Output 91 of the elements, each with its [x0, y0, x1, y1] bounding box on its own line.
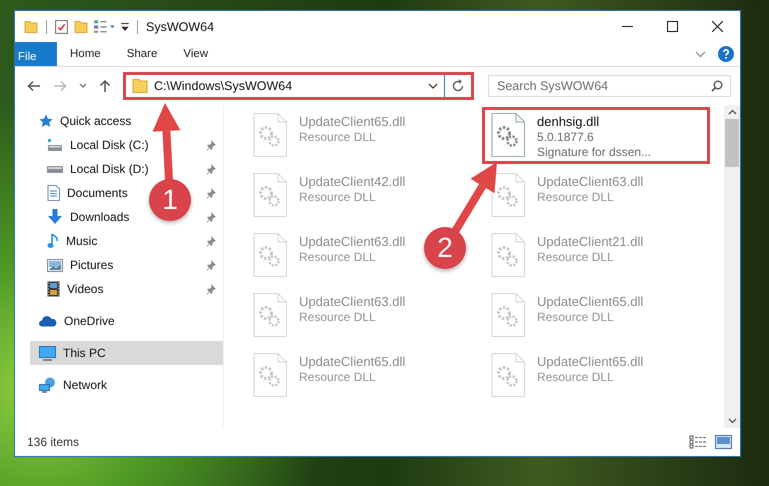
- gear-file-icon: [253, 293, 287, 337]
- pin-icon[interactable]: [206, 188, 216, 198]
- details-view-icon[interactable]: [689, 435, 707, 449]
- ribbon-tab[interactable]: Home: [57, 42, 114, 66]
- large-icons-view-icon[interactable]: [715, 435, 732, 449]
- pin-icon[interactable]: [206, 284, 216, 294]
- file-name: UpdateClient21.dll: [537, 234, 644, 249]
- pin-icon[interactable]: [206, 140, 216, 150]
- sidebar-item[interactable]: Local Disk (D:): [30, 157, 153, 181]
- download-arrow-icon: [47, 209, 63, 225]
- file-menu-tab[interactable]: File: [15, 42, 57, 66]
- file-name: UpdateClient65.dll: [299, 354, 406, 369]
- sidebar-item[interactable]: This PC: [30, 341, 223, 365]
- file-name: UpdateClient65.dll: [537, 294, 644, 309]
- file-name: UpdateClient65.dll: [537, 354, 644, 369]
- file-detail: Resource DLL: [537, 190, 615, 204]
- sidebar-item[interactable]: Music: [30, 229, 102, 253]
- sidebar-item[interactable]: Pictures: [30, 253, 118, 277]
- properties-icon[interactable]: [94, 20, 115, 33]
- sidebar-item[interactable]: Documents: [30, 181, 132, 205]
- address-path: C:\Windows\SysWOW64: [154, 79, 294, 93]
- gear-file-icon: [253, 173, 287, 217]
- film-icon: [47, 281, 60, 297]
- up-arrow-icon[interactable]: [99, 79, 111, 93]
- item-count: 136 items: [27, 435, 80, 449]
- cloud-icon: [39, 315, 57, 327]
- gear-file-icon: [253, 113, 287, 157]
- recent-locations-icon[interactable]: [79, 83, 87, 89]
- pin-icon[interactable]: [206, 164, 216, 174]
- document-icon: [47, 185, 60, 201]
- search-icon[interactable]: [711, 80, 723, 92]
- sidebar-item[interactable]: Videos: [30, 277, 108, 301]
- drive-icon: [47, 166, 63, 172]
- file-name: UpdateClient65.dll: [299, 114, 406, 129]
- close-icon: [712, 21, 723, 32]
- system-drive-icon: [47, 139, 63, 151]
- refresh-icon[interactable]: [451, 79, 465, 93]
- search-field[interactable]: Search SysWOW64: [488, 75, 731, 97]
- scrollbar[interactable]: [724, 105, 740, 428]
- sidebar-item[interactable]: Downloads: [30, 205, 134, 229]
- network-icon: [39, 377, 56, 393]
- file-name: UpdateClient63.dll: [299, 294, 406, 309]
- minimize-icon: [622, 26, 633, 27]
- help-icon[interactable]: [718, 46, 734, 62]
- pin-icon[interactable]: [206, 236, 216, 246]
- file-detail: Resource DLL: [299, 310, 377, 324]
- window-title: SysWOW64: [146, 20, 214, 34]
- file-detail: Resource DLL: [537, 250, 615, 264]
- file-detail: Resource DLL: [299, 370, 377, 384]
- picture-icon: [47, 258, 63, 272]
- back-arrow-icon[interactable]: [27, 80, 41, 92]
- dropdown-icon[interactable]: [121, 22, 129, 30]
- music-note-icon: [47, 233, 59, 249]
- file-name: UpdateClient63.dll: [537, 174, 644, 189]
- file-item[interactable]: denhsig.dll 5.0.1877.6 Signature for dssen...: [482, 107, 710, 164]
- file-detail: Resource DLL: [537, 370, 615, 384]
- star-icon: [39, 114, 53, 128]
- ribbon-tab[interactable]: Share: [114, 42, 170, 66]
- scroll-up-icon[interactable]: [728, 109, 736, 115]
- computer-monitor-icon: [39, 346, 56, 360]
- gear-file-icon: [491, 293, 525, 337]
- pin-icon[interactable]: [206, 260, 216, 270]
- file-detail: Resource DLL: [299, 130, 377, 144]
- ribbon-tab[interactable]: View: [170, 42, 222, 66]
- file-name: UpdateClient42.dll: [299, 174, 406, 189]
- sidebar-item[interactable]: Network: [30, 373, 112, 397]
- file-detail: Resource DLL: [299, 190, 377, 204]
- sidebar-item[interactable]: Quick access: [30, 109, 136, 133]
- pin-icon[interactable]: [206, 212, 216, 222]
- gear-file-icon: [491, 113, 525, 157]
- checklist-icon[interactable]: [55, 20, 68, 34]
- sidebar-item[interactable]: OneDrive: [30, 309, 119, 333]
- maximize-icon: [667, 21, 678, 32]
- gear-file-icon: [253, 233, 287, 277]
- gear-file-icon: [491, 173, 525, 217]
- gear-file-icon: [253, 353, 287, 397]
- file-detail: 5.0.1877.6: [537, 130, 595, 144]
- gear-file-icon: [491, 353, 525, 397]
- scroll-down-icon[interactable]: [728, 418, 736, 424]
- file-name: UpdateClient63.dll: [299, 234, 406, 249]
- file-name: denhsig.dll: [537, 114, 600, 129]
- sidebar-item[interactable]: Local Disk (C:): [30, 133, 153, 157]
- scrollbar-thumb[interactable]: [725, 119, 739, 167]
- dropdown-icon[interactable]: [428, 83, 438, 89]
- gear-file-icon: [491, 233, 525, 277]
- folder-icon: [132, 79, 148, 93]
- file-detail: Resource DLL: [537, 310, 615, 324]
- file-detail: Signature for dssen...: [537, 145, 652, 159]
- expand-ribbon-icon[interactable]: [695, 50, 706, 58]
- address-bar[interactable]: C:\Windows\SysWOW64: [123, 72, 474, 100]
- file-detail: Resource DLL: [299, 250, 377, 264]
